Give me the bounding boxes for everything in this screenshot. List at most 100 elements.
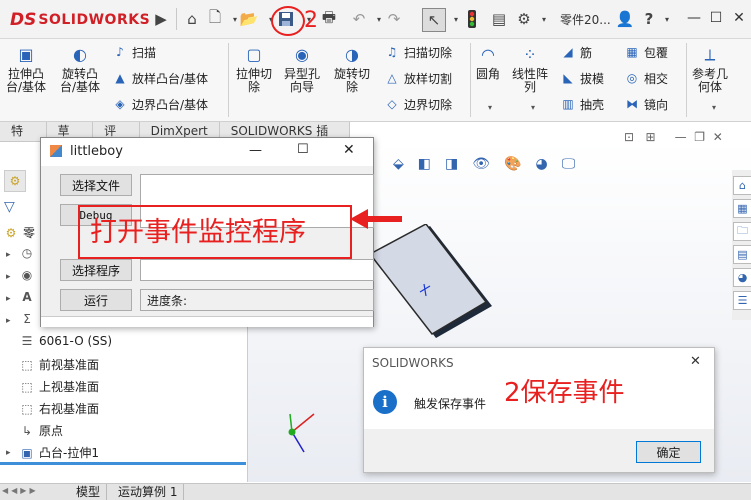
viewport-window-icon[interactable]: ⊡ xyxy=(624,130,634,144)
feature-manager-tab-icon[interactable]: ⚙ xyxy=(4,170,26,192)
select-program-button[interactable]: 选择程序 xyxy=(60,259,132,281)
help-icon[interactable]: ? xyxy=(640,10,658,28)
options-dropdown-caret-icon[interactable]: ▾ xyxy=(535,10,553,28)
open-folder-icon[interactable]: 📂 xyxy=(240,10,259,28)
top-plane-label: 上视基准面 xyxy=(39,380,100,394)
expand-arrow-icon[interactable]: ▸ xyxy=(6,294,11,304)
tab-model[interactable]: 模型 xyxy=(70,484,108,500)
pattern-dropdown-caret-icon[interactable]: ▾ xyxy=(531,103,535,112)
tree-equations[interactable]: Σ xyxy=(20,312,34,326)
hide-show-eye-icon[interactable]: 👁 xyxy=(472,156,490,172)
tree-material[interactable]: ☰ 6061-O (SS) xyxy=(20,334,112,348)
tree-root-label: 零 xyxy=(23,226,36,240)
filter-icon[interactable]: ▽ xyxy=(4,199,15,215)
run-button[interactable]: 运行 xyxy=(60,289,132,311)
task-pane-library-icon[interactable]: ▤ xyxy=(733,245,751,264)
linear-pattern-button[interactable]: ⁘ 线性阵 列 xyxy=(512,43,548,94)
expand-arrow-icon[interactable]: ▸ xyxy=(6,250,11,260)
viewport-restore-icon[interactable]: ⊞ xyxy=(646,130,656,144)
lb-close-icon[interactable]: ✕ xyxy=(343,142,355,158)
expand-arrow-icon[interactable]: ▸ xyxy=(6,448,11,458)
boundary-boss-button[interactable]: ◈ 边界凸台/基体 xyxy=(112,95,208,113)
lb-minimize-icon[interactable]: — xyxy=(249,143,262,158)
tree-right-plane[interactable]: ⬚ 右视基准面 xyxy=(20,400,99,417)
equation-sigma-icon: Σ xyxy=(23,312,31,326)
select-pointer-icon[interactable]: ↖ xyxy=(422,8,446,32)
loft-cut-button[interactable]: △ 放样切割 xyxy=(384,69,452,87)
tree-annotations[interactable]: A xyxy=(20,290,34,304)
rib-label: 筋 xyxy=(580,45,593,60)
square-part-model[interactable] xyxy=(366,224,496,344)
tree-extrude1[interactable]: ▣ 凸台-拉伸1 xyxy=(20,444,99,461)
mirror-button[interactable]: ⧓ 镜向 xyxy=(624,95,668,113)
fillet-dropdown-caret-icon[interactable]: ▾ xyxy=(488,103,492,112)
tree-sensors[interactable]: ◉ xyxy=(20,268,34,282)
expand-arrow-icon[interactable]: ▸ xyxy=(6,316,11,326)
rib-button[interactable]: ◢ 筋 xyxy=(560,43,604,61)
solidworks-logo[interactable]: DS SOLIDWORKS xyxy=(10,8,150,32)
extrude-cut-button[interactable]: ▢ 拉伸切 除 xyxy=(236,43,272,94)
tree-front-plane[interactable]: ⬚ 前视基准面 xyxy=(20,356,99,373)
tree-origin[interactable]: ↳ 原点 xyxy=(20,422,63,439)
monitor-icon[interactable]: 🖵 xyxy=(562,156,576,172)
task-pane-resources-icon[interactable]: ▦ xyxy=(733,199,751,218)
file-properties-icon[interactable]: ▤ xyxy=(490,10,508,28)
task-pane-file-explorer-icon[interactable]: 🗀 xyxy=(733,222,751,241)
sweep-button[interactable]: ♪ 扫描 xyxy=(112,43,208,61)
hole-wizard-button[interactable]: ◉ 异型孔 向导 xyxy=(284,43,320,94)
boundary-cut-button[interactable]: ◇ 边界切除 xyxy=(384,95,452,113)
expand-arrow-icon[interactable]: ▸ xyxy=(6,272,11,282)
fillet-label: 圆角 xyxy=(476,67,501,81)
extrude-boss-button[interactable]: ▣ 拉伸凸 台/基体 xyxy=(6,43,46,94)
sweep-cut-button[interactable]: ♫ 扫描切除 xyxy=(384,43,452,61)
lb-maximize-icon[interactable]: ☐ xyxy=(297,142,309,157)
rollback-bar[interactable] xyxy=(0,462,246,465)
redo-icon[interactable]: ↷ xyxy=(385,10,403,28)
fillet-button[interactable]: ◠ 圆角 xyxy=(476,43,500,81)
program-path-field[interactable] xyxy=(140,259,374,281)
loft-boss-button[interactable]: ▲ 放样凸台/基体 xyxy=(112,69,208,87)
tab-scroll-arrows-icon[interactable]: ◀◀▶▶ xyxy=(2,486,39,495)
sweep-cut-label: 扫描切除 xyxy=(404,45,453,60)
view-orientation-icon[interactable]: ◧ xyxy=(418,156,431,172)
task-pane-properties-icon[interactable]: ☰ xyxy=(733,291,751,310)
msgbox-close-icon[interactable]: ✕ xyxy=(690,354,701,369)
new-document-icon[interactable]: 🗋 xyxy=(206,8,224,28)
traffic-light-icon[interactable] xyxy=(463,10,481,28)
select-file-button[interactable]: 选择文件 xyxy=(60,174,132,196)
wrap-button[interactable]: ▦ 包覆 xyxy=(624,43,668,61)
tree-history[interactable]: ◷ xyxy=(20,246,34,260)
undo-icon[interactable]: ↶ xyxy=(350,10,368,28)
viewport-maximize-icon[interactable]: ❐ xyxy=(694,130,705,144)
print-icon[interactable]: 🖶 xyxy=(320,8,338,28)
tree-top-plane[interactable]: ⬚ 上视基准面 xyxy=(20,378,99,395)
close-icon[interactable]: ✕ xyxy=(729,8,749,28)
tab-motion-study[interactable]: 运动算例 1 xyxy=(112,484,185,500)
viewport-minimize-icon[interactable]: — xyxy=(675,130,687,144)
intersect-icon: ◎ xyxy=(626,71,638,85)
revolve-cut-button[interactable]: ◑ 旋转切 除 xyxy=(334,43,370,94)
scene-icon[interactable]: ◕ xyxy=(535,156,547,172)
task-pane-home-icon[interactable]: ⌂ xyxy=(733,176,751,195)
revolve-boss-button[interactable]: ◐ 旋转凸 台/基体 xyxy=(60,43,100,94)
draft-button[interactable]: ◣ 拔模 xyxy=(560,69,604,87)
minimize-icon[interactable]: — xyxy=(684,8,704,28)
viewport-close-icon[interactable]: ✕ xyxy=(713,130,723,144)
intersect-button[interactable]: ◎ 相交 xyxy=(624,69,668,87)
section-view-icon[interactable]: ⬙ xyxy=(393,156,404,172)
display-style-icon[interactable]: ◨ xyxy=(445,156,458,172)
reference-dropdown-caret-icon[interactable]: ▾ xyxy=(712,103,716,112)
help-dropdown-caret-icon[interactable]: ▾ xyxy=(658,10,676,28)
ok-button[interactable]: 确定 xyxy=(636,441,701,463)
maximize-icon[interactable]: ☐ xyxy=(706,8,726,28)
home-icon[interactable]: ⌂ xyxy=(183,10,201,28)
menu-expand-arrow-icon[interactable]: ▶ xyxy=(152,10,170,28)
options-gear-icon[interactable]: ⚙ xyxy=(515,10,533,28)
tree-root[interactable]: ⚙ 零 xyxy=(4,224,35,241)
user-account-icon[interactable]: 👤 xyxy=(616,10,635,28)
appearance-color-icon[interactable]: 🎨 xyxy=(504,156,521,172)
littleboy-title-bar[interactable]: littleboy — ☐ ✕ xyxy=(41,138,373,166)
shell-button[interactable]: ▥ 抽壳 xyxy=(560,95,604,113)
reference-geometry-button[interactable]: ⟂ 参考几 何体 xyxy=(692,43,728,94)
task-pane-appearance-icon[interactable]: ◕ xyxy=(733,268,751,287)
